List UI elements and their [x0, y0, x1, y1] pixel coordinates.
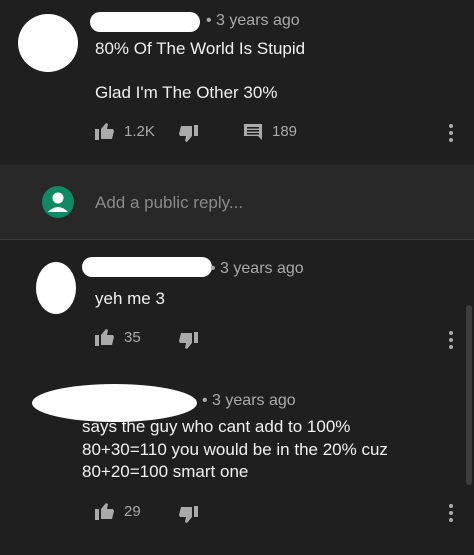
dislike-button[interactable]: [178, 506, 198, 524]
comment-line: 80% Of The World Is Stupid: [95, 39, 306, 58]
username[interactable]: [90, 12, 200, 32]
comment-line: 80+20=100 smart one: [82, 462, 249, 481]
comment-icon: [244, 124, 262, 140]
comment-line: 80+30=110 you would be in the 20% cuz: [82, 440, 388, 459]
comment-line: Glad I'm The Other 30%: [95, 83, 278, 102]
like-button[interactable]: [95, 122, 115, 140]
comment-timestamp: • 3 years ago: [210, 260, 304, 277]
thumbs-down-icon: [179, 332, 198, 349]
replies-button[interactable]: [244, 124, 262, 140]
thumbs-up-icon: [95, 503, 114, 520]
reply-bar: Add a public reply...: [0, 165, 474, 239]
comment-timestamp: • 3 years ago: [206, 12, 300, 29]
avatar[interactable]: [18, 14, 78, 72]
username[interactable]: [82, 257, 212, 277]
account-avatar-icon: [42, 186, 74, 218]
reply-count: 189: [272, 123, 298, 140]
thumbs-up-icon: [95, 329, 114, 346]
more-vert-icon[interactable]: [449, 331, 453, 352]
reply-input[interactable]: Add a public reply...: [95, 193, 243, 213]
reply-comment: • 3 years ago yeh me 3 35: [0, 240, 474, 370]
like-button[interactable]: [95, 502, 115, 520]
dislike-button[interactable]: [178, 332, 198, 350]
comment-line: yeh me 3: [95, 289, 165, 308]
comment-timestamp: • 3 years ago: [202, 392, 296, 409]
thumbs-up-icon: [95, 123, 114, 140]
like-count: 29: [124, 503, 141, 520]
thumbs-down-icon: [179, 125, 198, 142]
thumbs-down-icon: [179, 506, 198, 523]
like-count: 1.2K: [124, 123, 155, 140]
dislike-button[interactable]: [178, 125, 198, 143]
more-vert-icon[interactable]: [449, 504, 453, 525]
like-count: 35: [124, 329, 141, 346]
comment-line: says the guy who cant add to 100%: [82, 417, 351, 436]
more-vert-icon[interactable]: [449, 124, 453, 145]
top-comment: • 3 years ago 80% Of The World Is Stupid…: [0, 0, 474, 165]
avatar[interactable]: [36, 262, 76, 314]
like-button[interactable]: [95, 328, 115, 346]
reply-comment: • 3 years ago says the guy who cant add …: [0, 370, 474, 555]
